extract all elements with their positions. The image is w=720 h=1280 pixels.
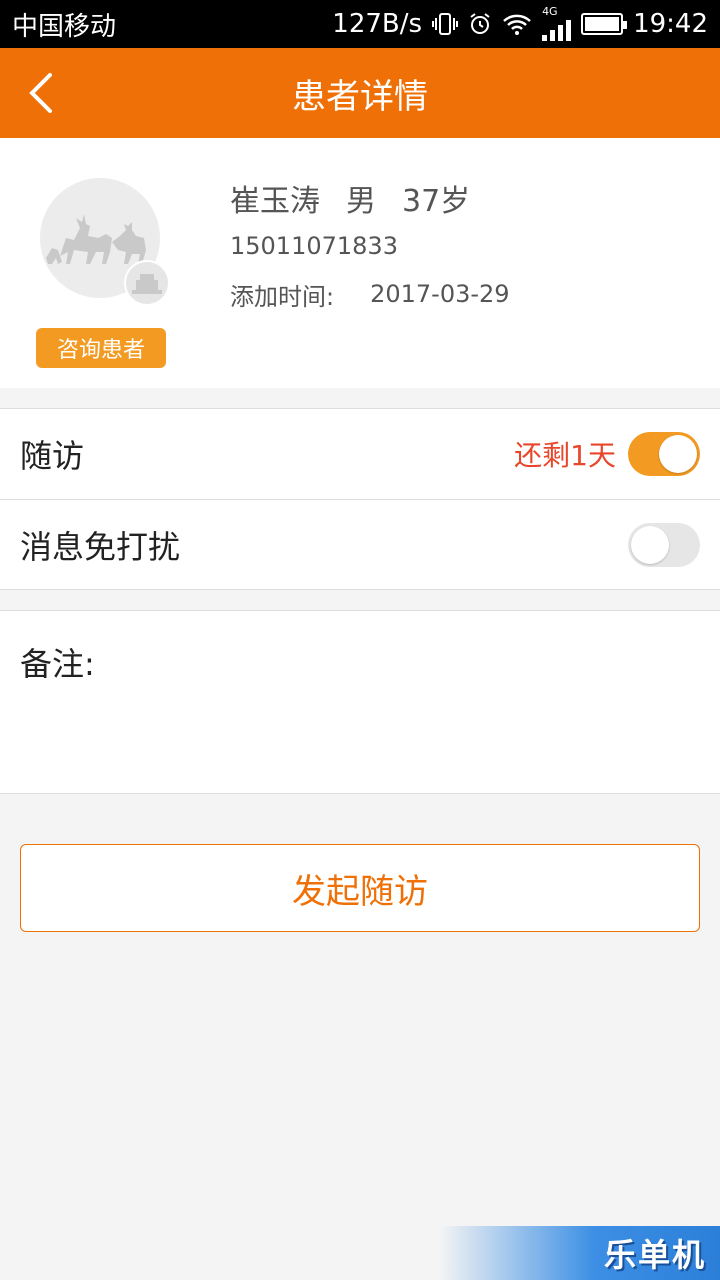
patient-age: 37岁 <box>402 184 471 219</box>
back-button[interactable] <box>18 70 62 116</box>
settings-list: 随访 还剩1天 消息免打扰 <box>0 408 720 590</box>
status-icons: 127B/s 4G 19:42 <box>332 5 708 41</box>
battery-icon <box>581 13 628 35</box>
dnd-row: 消息免打扰 <box>0 499 720 589</box>
patient-name: 崔玉涛 <box>230 184 320 219</box>
patient-phone: 15011071833 <box>230 232 398 260</box>
watermark-text: 乐单机 <box>603 1236 706 1274</box>
avatar-badge <box>124 260 170 306</box>
patient-profile-card: 咨询患者 崔玉涛 男 37岁 15011071833 添加时间: 2017-03… <box>0 138 720 388</box>
chevron-left-icon <box>29 73 52 113</box>
page-title: 患者详情 <box>292 76 428 117</box>
consult-patient-tag: 咨询患者 <box>36 328 166 368</box>
added-time-value: 2017-03-29 <box>370 280 510 308</box>
start-followup-button[interactable]: 发起随访 <box>20 844 700 932</box>
network-type: 4G <box>542 5 558 18</box>
followup-remaining: 还剩1天 <box>514 439 616 472</box>
network-speed: 127B/s <box>332 9 423 39</box>
toggle-knob <box>631 525 669 564</box>
followup-label: 随访 <box>20 437 85 475</box>
carrier-name: 中国移动 <box>12 11 117 42</box>
alarm-icon <box>468 12 492 36</box>
wifi-icon <box>502 12 532 36</box>
patient-gender: 男 <box>346 184 376 219</box>
note-label: 备注: <box>20 645 95 683</box>
dnd-toggle[interactable] <box>628 522 700 567</box>
building-icon <box>132 274 162 294</box>
watermark: 乐单机 <box>440 1226 720 1280</box>
patient-info: 崔玉涛 男 37岁 15011071833 添加时间: 2017-03-29 <box>230 176 510 312</box>
patient-basic-row: 崔玉涛 男 37岁 <box>230 176 510 220</box>
added-time-row: 添加时间: 2017-03-29 <box>230 276 510 312</box>
status-bar: 中国移动 127B/s 4G 19:42 <box>0 0 720 48</box>
followup-toggle[interactable] <box>628 432 700 476</box>
clock: 19:42 <box>633 9 708 39</box>
note-section[interactable]: 备注: <box>0 610 720 794</box>
dnd-label: 消息免打扰 <box>20 527 181 566</box>
vibrate-icon <box>432 12 459 36</box>
toggle-knob <box>659 435 697 473</box>
added-time-label: 添加时间: <box>230 282 335 311</box>
followup-row: 随访 还剩1天 <box>0 409 720 499</box>
cellular-signal-icon: 4G <box>542 5 572 41</box>
app-header: 患者详情 <box>0 48 720 138</box>
